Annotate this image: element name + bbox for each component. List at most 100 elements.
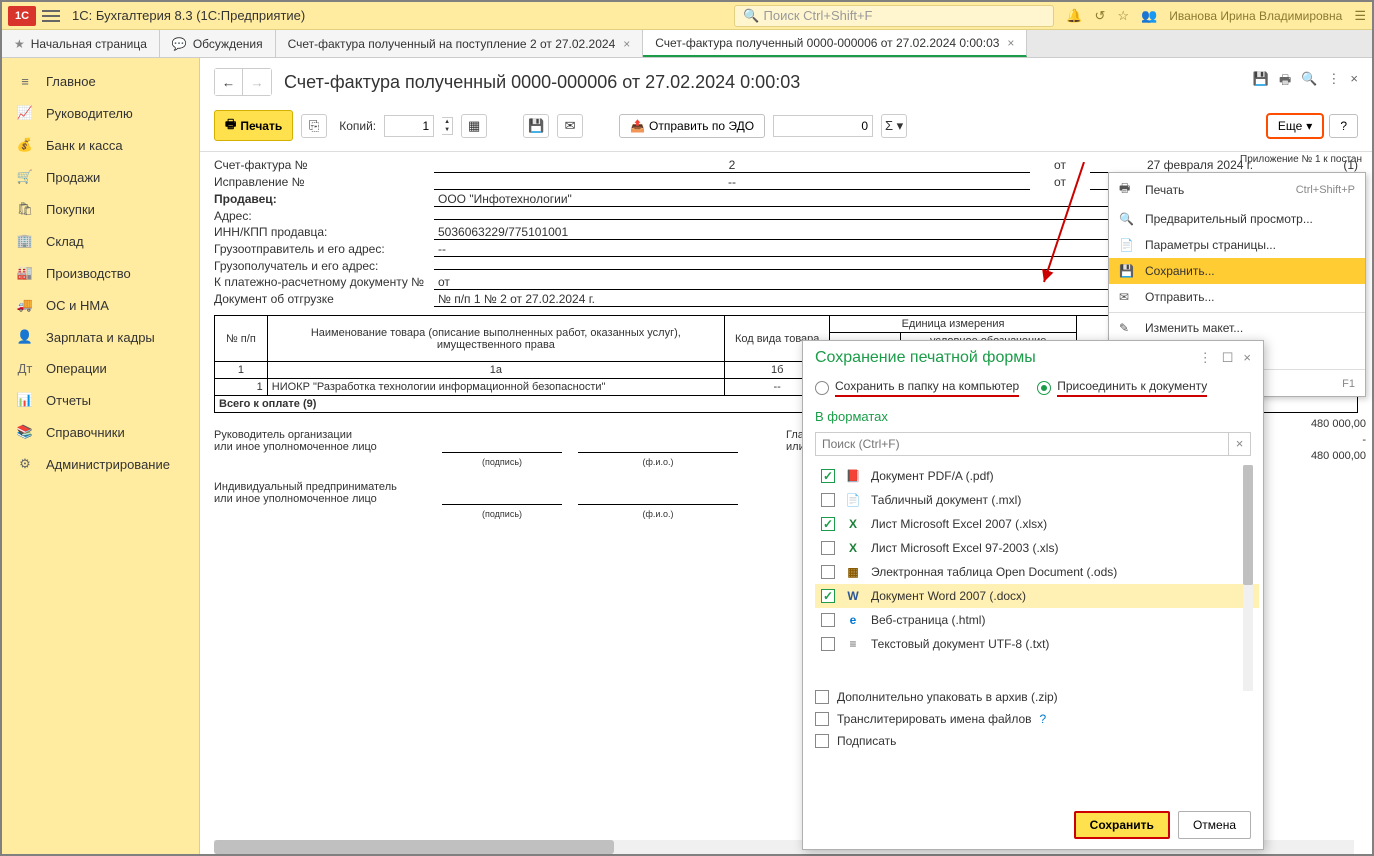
dialog-titlebar: Сохранение печатной формы ⋮ ☐ ×: [803, 341, 1263, 375]
help-icon[interactable]: ?: [1040, 712, 1047, 726]
sidebar-item-sales[interactable]: 🛒Продажи: [2, 161, 199, 193]
user-name[interactable]: Иванова Ирина Владимировна: [1169, 9, 1342, 23]
format-item[interactable]: eВеб-страница (.html): [815, 608, 1259, 632]
sidebar-item-admin[interactable]: ⚙Администрирование: [2, 448, 199, 480]
help-button[interactable]: ?: [1329, 114, 1358, 138]
menu-print[interactable]: 🖶ПечатьCtrl+Shift+P: [1109, 173, 1365, 206]
cancel-button[interactable]: Отмена: [1178, 811, 1251, 839]
tab-invoice-2[interactable]: Счет-фактура полученный на поступление 2…: [276, 30, 644, 57]
format-item[interactable]: ✓📕Документ PDF/A (.pdf): [815, 464, 1259, 488]
sidebar-item-directories[interactable]: 📚Справочники: [2, 416, 199, 448]
radio-save-folder[interactable]: Сохранить в папку на компьютер: [815, 379, 1019, 397]
copies-input[interactable]: [384, 115, 434, 137]
history-icon[interactable]: ↺: [1095, 8, 1106, 24]
maximize-icon[interactable]: ☐: [1222, 350, 1234, 366]
menu-page-settings[interactable]: 📄Параметры страницы...: [1109, 232, 1365, 258]
shortcut: F1: [1342, 378, 1355, 390]
tab-start-page[interactable]: ★ Начальная страница: [2, 30, 160, 57]
sidebar-item-production[interactable]: 🏭Производство: [2, 257, 199, 289]
star-icon[interactable]: ☆: [1117, 8, 1129, 24]
clear-icon[interactable]: ×: [1228, 433, 1250, 455]
close-icon[interactable]: ×: [1007, 36, 1014, 50]
opt-sign[interactable]: Подписать: [815, 734, 1251, 748]
sidebar-item-assets[interactable]: 🚚ОС и НМА: [2, 289, 199, 321]
more-button[interactable]: Еще ▾: [1267, 114, 1323, 138]
more-icon[interactable]: ⋮: [1199, 350, 1212, 366]
cell-num: 1: [215, 379, 268, 396]
menu-preview[interactable]: 🔍Предварительный просмотр...: [1109, 206, 1365, 232]
sidebar-item-bank[interactable]: 💰Банк и касса: [2, 129, 199, 161]
mail-icon[interactable]: ✉: [557, 114, 583, 138]
shortcut: Ctrl+Shift+P: [1296, 184, 1355, 196]
checkbox-icon: [815, 734, 829, 748]
menu-bars-icon[interactable]: ☰: [1354, 8, 1366, 24]
format-search-input[interactable]: [816, 433, 1228, 455]
global-search[interactable]: 🔍 Поиск Ctrl+Shift+F: [734, 5, 1054, 27]
dialog-buttons: Сохранить Отмена: [803, 801, 1263, 849]
user-icon[interactable]: 👥: [1141, 8, 1157, 24]
save-button[interactable]: Сохранить: [1074, 811, 1170, 839]
checkbox-icon[interactable]: ✓: [821, 589, 835, 603]
print-icon[interactable]: 🖶: [1279, 71, 1291, 93]
search-icon: 🔍: [743, 8, 759, 24]
print-button[interactable]: 🖶 Печать: [214, 110, 293, 141]
checkbox-icon: [815, 712, 829, 726]
menu-save[interactable]: 💾Сохранить...: [1109, 258, 1365, 284]
tab-invoice-6[interactable]: Счет-фактура полученный 0000-000006 от 2…: [643, 30, 1027, 57]
checkbox-icon[interactable]: [821, 613, 835, 627]
books-icon: 📚: [16, 424, 34, 440]
format-label: Табличный документ (.mxl): [871, 493, 1021, 507]
checkbox-icon[interactable]: [821, 541, 835, 555]
bell-icon[interactable]: 🔔: [1066, 8, 1082, 24]
checkbox-icon[interactable]: [821, 637, 835, 651]
format-item[interactable]: ≡Текстовый документ UTF-8 (.txt): [815, 632, 1259, 656]
scrollbar[interactable]: [1243, 465, 1253, 691]
template-icon[interactable]: ▦: [461, 114, 487, 138]
format-item[interactable]: ✓XЛист Microsoft Excel 2007 (.xlsx): [815, 512, 1259, 536]
radio-attach-doc[interactable]: Присоединить к документу: [1037, 379, 1207, 397]
zoom-icon[interactable]: 🔍: [1301, 71, 1317, 93]
titlebar: 1C 1С: Бухгалтерия 8.3 (1С:Предприятие) …: [2, 2, 1372, 30]
close-icon[interactable]: ×: [1350, 71, 1358, 93]
spinner-buttons[interactable]: ▲▼: [442, 117, 453, 135]
format-item[interactable]: ✓WДокумент Word 2007 (.docx): [815, 584, 1259, 608]
sig-line: [442, 491, 562, 505]
checkbox-icon[interactable]: ✓: [821, 517, 835, 531]
sidebar-item-manager[interactable]: 📈Руководителю: [2, 97, 199, 129]
menu-send[interactable]: ✉Отправить...: [1109, 284, 1365, 310]
opt-zip[interactable]: Дополнительно упаковать в архив (.zip): [815, 690, 1251, 704]
sidebar-item-warehouse[interactable]: 🏢Склад: [2, 225, 199, 257]
nav-back-button[interactable]: ←: [215, 69, 243, 95]
file-type-icon: e: [845, 613, 861, 627]
disk-icon[interactable]: 💾: [523, 114, 549, 138]
close-icon[interactable]: ×: [623, 37, 630, 51]
sidebar-item-label: Банк и касса: [46, 138, 123, 153]
send-edo-button[interactable]: 📤 Отправить по ЭДО: [619, 114, 765, 138]
save-icon[interactable]: 💾: [1253, 71, 1269, 93]
format-item[interactable]: 📄Табличный документ (.mxl): [815, 488, 1259, 512]
checkbox-icon[interactable]: [821, 565, 835, 579]
sidebar-item-reports[interactable]: 📊Отчеты: [2, 384, 199, 416]
copy-icon[interactable]: ⎘: [301, 114, 327, 138]
format-item[interactable]: XЛист Microsoft Excel 97-2003 (.xls): [815, 536, 1259, 560]
sidebar-item-operations[interactable]: ДтОперации: [2, 353, 199, 384]
format-list[interactable]: ✓📕Документ PDF/A (.pdf)📄Табличный докуме…: [815, 464, 1259, 656]
nav-forward-button[interactable]: →: [243, 69, 271, 95]
hamburger-icon[interactable]: [42, 10, 60, 22]
close-icon[interactable]: ×: [1243, 350, 1251, 366]
sigma-icon[interactable]: Σ ▾: [881, 114, 907, 138]
checkbox-icon[interactable]: ✓: [821, 469, 835, 483]
opt-translit[interactable]: Транслитерировать имена файлов?: [815, 712, 1251, 726]
sidebar-item-purchases[interactable]: 🛍Покупки: [2, 193, 199, 225]
sidebar-item-main[interactable]: ≡Главное: [2, 66, 199, 97]
print-icon: 🖶: [1119, 179, 1135, 200]
menu-edit-layout[interactable]: ✎Изменить макет...: [1109, 315, 1365, 341]
tab-discussions[interactable]: 💬 Обсуждения: [160, 30, 276, 57]
checkbox-icon[interactable]: [821, 493, 835, 507]
format-item[interactable]: ▦Электронная таблица Open Document (.ods…: [815, 560, 1259, 584]
amount-field[interactable]: [773, 115, 873, 137]
more-icon[interactable]: ⋮: [1327, 71, 1340, 93]
sidebar-item-label: Склад: [46, 234, 84, 249]
sidebar-item-salary[interactable]: 👤Зарплата и кадры: [2, 321, 199, 353]
doc-label: ИНН/КПП продавца:: [214, 225, 434, 239]
